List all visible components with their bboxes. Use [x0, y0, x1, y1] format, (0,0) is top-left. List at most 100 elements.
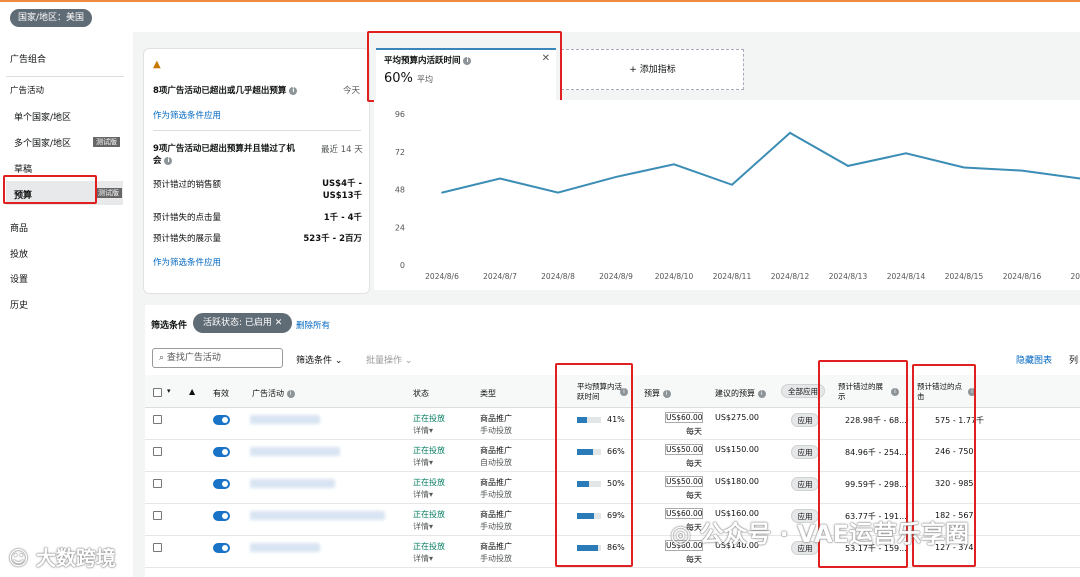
info-icon: i — [968, 388, 976, 396]
campaign-name-redacted[interactable] — [250, 479, 335, 488]
campaign-name-redacted[interactable] — [250, 511, 385, 520]
active-toggle[interactable] — [213, 447, 230, 457]
active-toggle[interactable] — [213, 543, 230, 553]
search-input[interactable]: ⌕ 查找广告活动 — [152, 348, 283, 368]
active-time-pct: 69% — [607, 511, 625, 520]
apply-filter-link[interactable]: 作为筛选条件应用 — [153, 109, 221, 121]
info-icon: i — [891, 388, 899, 396]
header-campaign[interactable]: 广告活动 i — [252, 388, 295, 399]
header-budget[interactable]: 预算 i — [644, 388, 671, 399]
table-row[interactable]: 正在投放 详情▾ 商品推广 手动投放 50% US$50.00 每天 US$18… — [145, 472, 1080, 504]
status-text: 正在投放 — [413, 478, 445, 487]
close-icon[interactable]: ✕ — [275, 318, 283, 328]
budget-input[interactable]: US$60.00 — [665, 412, 703, 423]
active-toggle[interactable] — [213, 511, 230, 521]
add-metric-button[interactable]: + 添加指标 — [561, 49, 744, 90]
sidebar-item-history[interactable]: 历史 — [10, 298, 28, 311]
sidebar-item-single-country[interactable]: 单个国家/地区 — [14, 110, 71, 123]
metric-card-value: 60% 平均 — [384, 71, 434, 86]
missed-impressions: 228.98千 - 68... — [845, 416, 907, 425]
header-status[interactable]: 状态 — [413, 388, 429, 399]
apply-button[interactable]: 应用 — [791, 413, 819, 427]
table-row[interactable]: 正在投放 详情▾ 商品推广 自动投放 66% US$50.00 每天 US$15… — [145, 440, 1080, 472]
sidebar-item-portfolio[interactable]: 广告组合 — [10, 52, 46, 65]
budget-period: 每天 — [686, 427, 702, 436]
sidebar-item-settings[interactable]: 设置 — [10, 272, 28, 285]
header-impr[interactable]: 预计错过的展示 — [838, 382, 888, 402]
row-checkbox[interactable] — [153, 415, 162, 424]
series-line — [441, 131, 1080, 194]
select-all-checkbox[interactable] — [153, 388, 162, 397]
header-clicks[interactable]: 预计错过的点击 — [917, 382, 965, 402]
filter-dropdown[interactable]: 筛选条件 ⌄ — [296, 353, 342, 366]
bulk-actions-dropdown[interactable]: 批量操作 ⌄ — [366, 353, 412, 366]
chevron-down-icon[interactable]: ▾ — [167, 387, 171, 395]
header-suggested[interactable]: 建议的预算 i — [715, 388, 766, 399]
data-point — [789, 132, 791, 134]
budget-input[interactable]: US$50.00 — [665, 476, 703, 487]
campaign-name-redacted[interactable] — [250, 415, 320, 424]
info-icon: i — [757, 389, 766, 398]
close-icon[interactable]: ✕ — [542, 53, 550, 64]
header-type[interactable]: 类型 — [480, 388, 496, 399]
details-dropdown[interactable]: 详情▾ — [413, 553, 433, 564]
status-text: 正在投放 — [413, 446, 445, 455]
campaign-name-redacted[interactable] — [250, 543, 320, 552]
budget-input[interactable]: US$50.00 — [665, 444, 703, 455]
details-dropdown[interactable]: 详情▾ — [413, 521, 433, 532]
details-dropdown[interactable]: 详情▾ — [413, 457, 433, 468]
active-toggle[interactable] — [213, 479, 230, 489]
alert-time: 最近 14 天 — [321, 145, 363, 155]
apply-filter-link[interactable]: 作为筛选条件应用 — [153, 256, 221, 268]
alert-title: 8项广告活动已超出或几乎超出预算 i — [153, 84, 298, 96]
y-tick-label: 96 — [395, 110, 405, 119]
hide-chart-link[interactable]: 隐藏图表 — [1016, 353, 1052, 366]
delete-all-link[interactable]: 删除所有 — [296, 319, 330, 331]
apply-button[interactable]: 应用 — [791, 477, 819, 491]
row-checkbox[interactable] — [153, 447, 162, 456]
campaign-name-redacted[interactable] — [250, 447, 340, 456]
active-time-pct: 86% — [607, 543, 625, 552]
details-dropdown[interactable]: 详情▾ — [413, 489, 433, 500]
x-tick-label: 2024/8/11 — [713, 272, 752, 281]
info-icon: i — [289, 86, 298, 95]
apply-button[interactable]: 应用 — [791, 445, 819, 459]
sidebar-item-budget[interactable]: 预算 — [14, 188, 32, 201]
details-dropdown[interactable]: 详情▾ — [413, 425, 433, 436]
budget-period: 每天 — [686, 491, 702, 500]
table-row[interactable]: 正在投放 详情▾ 商品推广 手动投放 41% US$60.00 每天 US$27… — [145, 408, 1080, 440]
missed-clicks: 575 - 1.77千 — [935, 416, 985, 425]
filter-chip[interactable]: 活跃状态: 已启用 ✕ — [193, 313, 293, 333]
line-chart: 0 24 48 72 96 2024/8/6 2024/8/7 2024/8/8 2024/8/… — [374, 100, 1080, 290]
metric-label: 预计错失的点击量 — [153, 213, 222, 223]
sidebar-item-placements[interactable]: 投放 — [10, 247, 28, 260]
row-checkbox[interactable] — [153, 479, 162, 488]
apply-all-button[interactable]: 全部应用 — [781, 384, 825, 398]
metric-card-label: 平均预算内活跃时间 i — [384, 54, 472, 66]
row-checkbox[interactable] — [153, 511, 162, 520]
columns-button[interactable]: 列 — [1069, 353, 1078, 366]
type-text: 商品推广 — [480, 478, 512, 487]
info-icon: i — [164, 156, 173, 165]
active-time-bar — [577, 513, 601, 519]
metric-card[interactable]: 平均预算内活跃时间 i ✕ 60% 平均 — [376, 48, 556, 100]
budget-period: 每天 — [686, 459, 702, 468]
active-time-bar-fill — [577, 417, 587, 423]
header-avg-time[interactable]: 平均预算内活跃时间 — [577, 382, 625, 402]
chevron-down-icon: ⌄ — [404, 356, 413, 366]
watermark-right: ◎ 公众号 · VAE运营乐享圈 — [670, 520, 970, 548]
sidebar-item-products[interactable]: 商品 — [10, 221, 28, 234]
sidebar-item-multi-country[interactable]: 多个国家/地区 — [14, 136, 71, 149]
missed-impressions: 84.96千 - 254... — [845, 448, 907, 457]
logo-icon: ☺ — [8, 546, 29, 570]
info-icon: i — [463, 56, 472, 65]
beta-tag: 测试版 — [95, 188, 122, 198]
active-time-bar — [577, 449, 601, 455]
row-checkbox[interactable] — [153, 543, 162, 552]
wechat-icon: ◎ — [670, 520, 691, 548]
active-time-bar-fill — [577, 513, 594, 519]
active-toggle[interactable] — [213, 415, 230, 425]
table-toolbar: ⌕ 查找广告活动 筛选条件 ⌄ 批量操作 ⌄ 隐藏图表 列 — [145, 345, 1080, 375]
country-selector[interactable]: 国家/地区：美国 — [10, 9, 93, 27]
sidebar-item-drafts[interactable]: 草稿 — [14, 162, 32, 175]
